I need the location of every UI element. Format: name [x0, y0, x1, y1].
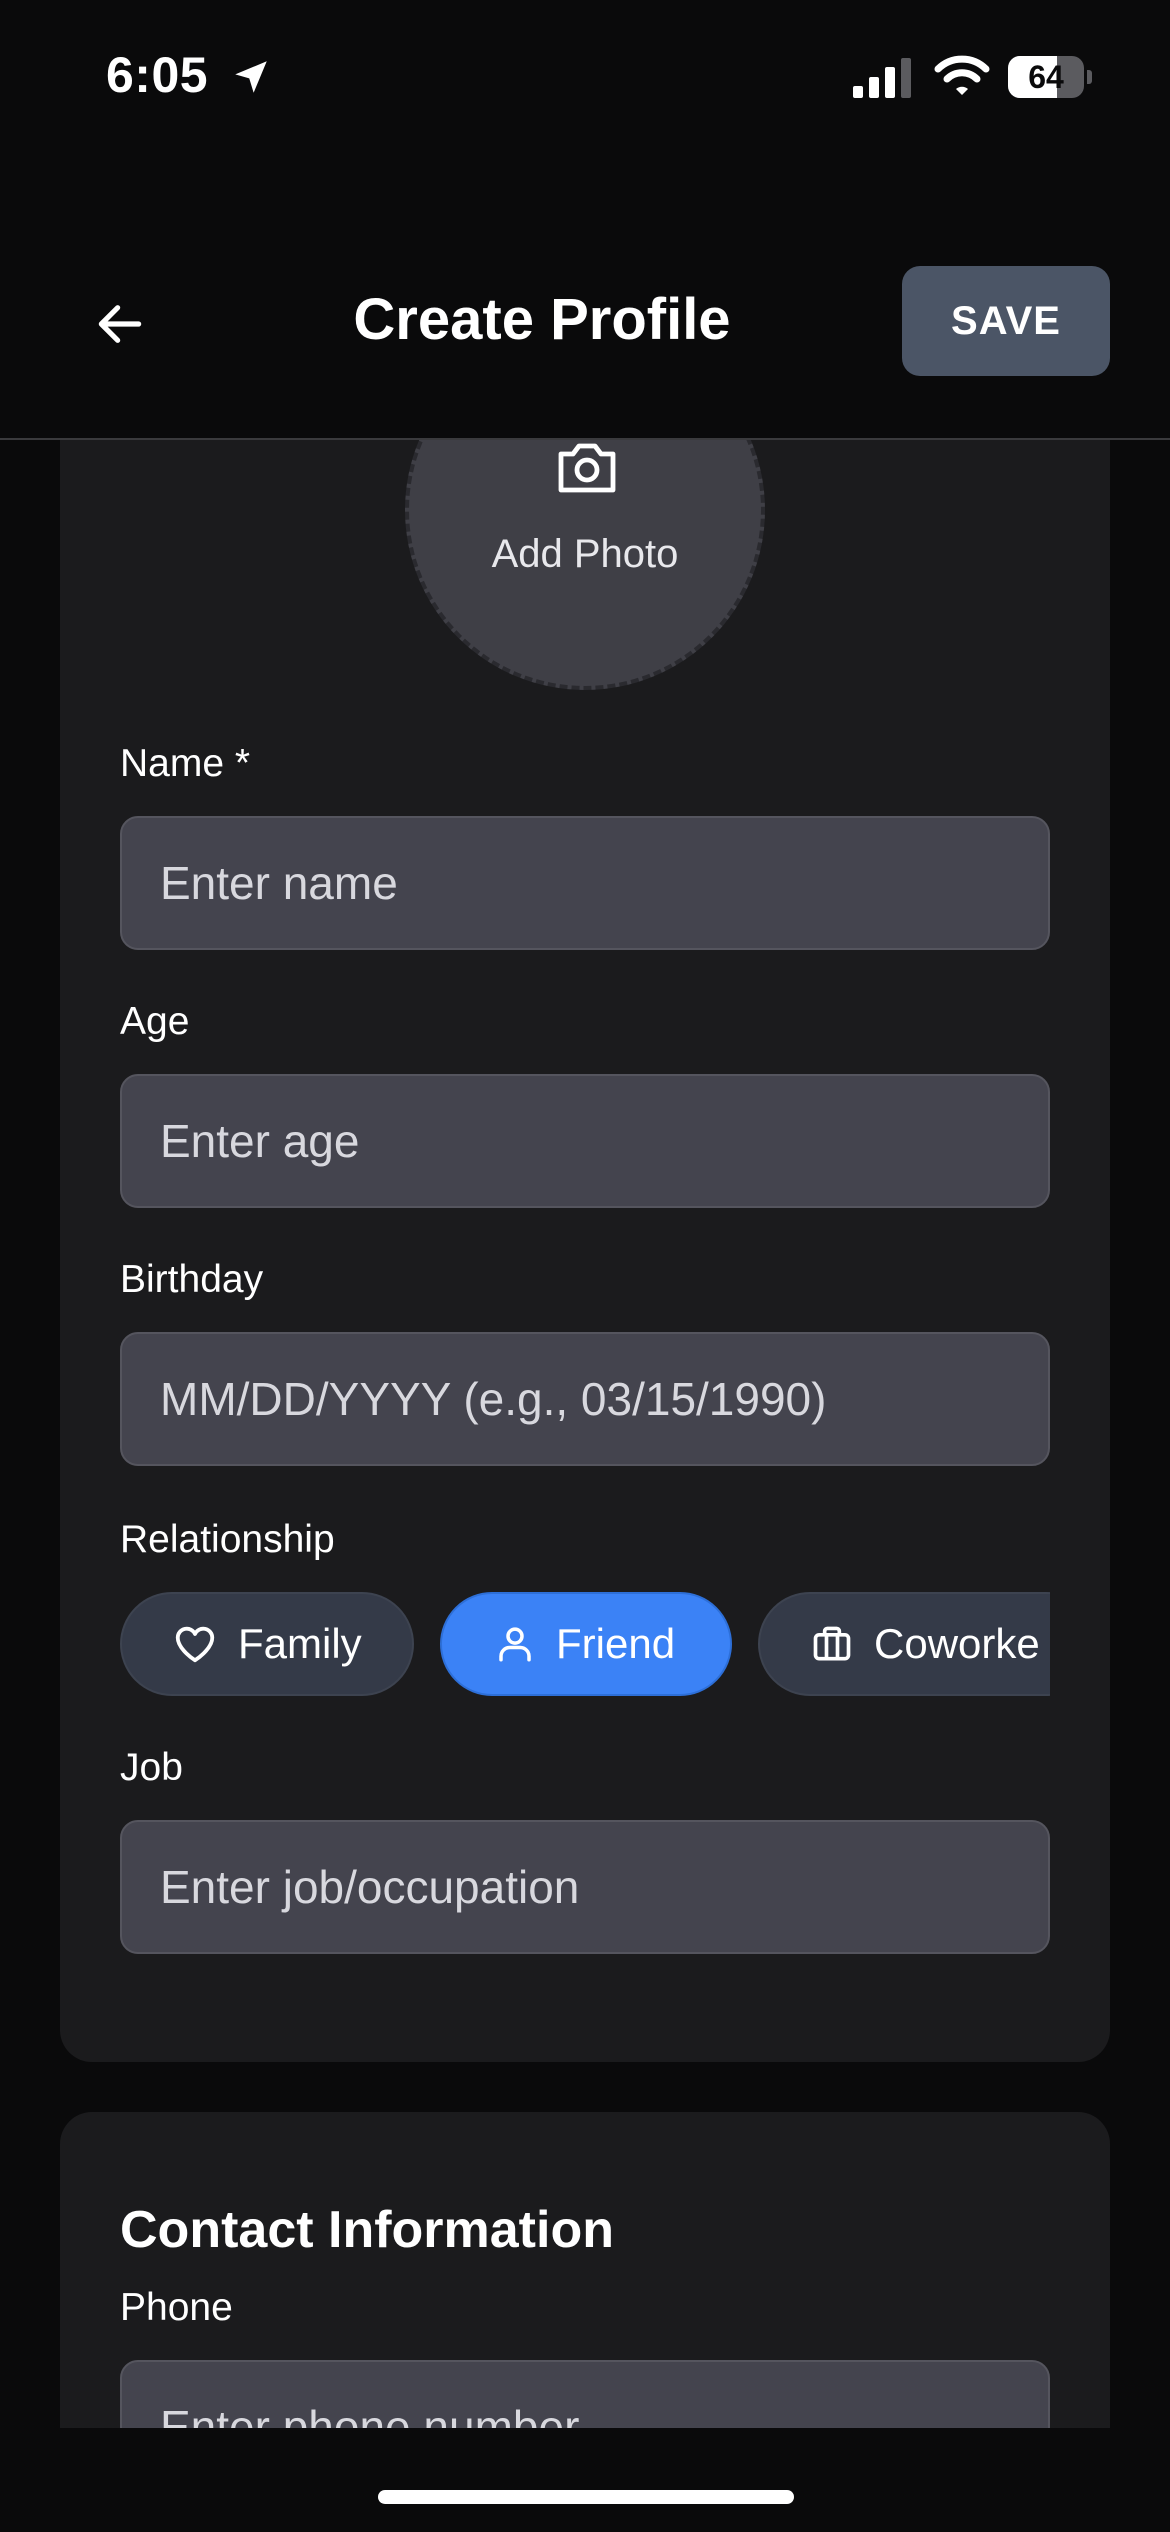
chip-label-family: Family — [238, 1620, 362, 1667]
camera-icon — [558, 443, 616, 493]
birthday-label: Birthday — [120, 1258, 264, 1301]
status-bar: 6:05 64 — [0, 0, 1170, 150]
battery-icon: 64 — [1008, 56, 1092, 98]
chip-label-friend: Friend — [556, 1620, 676, 1667]
home-indicator[interactable] — [378, 2490, 794, 2504]
relationship-chip-family[interactable]: Family — [120, 1592, 414, 1696]
battery-level: 64 — [1028, 59, 1064, 95]
age-label: Age — [120, 1000, 190, 1043]
heart-icon — [175, 1626, 215, 1663]
briefcase-icon — [813, 1626, 851, 1661]
relationship-chip-coworker[interactable]: Coworke — [758, 1592, 1050, 1696]
profile-details-card: Add Photo Name * Age Birthday Relationsh… — [60, 330, 1110, 2062]
status-time: 6:05 — [106, 47, 209, 103]
age-input[interactable] — [120, 1074, 1050, 1208]
relationship-label: Relationship — [120, 1518, 335, 1561]
app-header: Create Profile SAVE — [0, 150, 1170, 440]
chip-label-coworker: Coworke — [874, 1620, 1040, 1667]
relationship-chip-group: Family Friend Coworke — [120, 1592, 1050, 1696]
bottom-safe-area — [0, 2428, 1170, 2532]
cellular-signal-icon — [853, 58, 911, 98]
job-input[interactable] — [120, 1820, 1050, 1954]
birthday-input[interactable] — [120, 1332, 1050, 1466]
create-profile-screen: 6:05 64 Create Profile SAVE Add Photo Na… — [0, 0, 1170, 2532]
save-button[interactable]: SAVE — [902, 266, 1110, 376]
phone-label: Phone — [120, 2286, 233, 2329]
contact-section-title: Contact Information — [120, 2201, 614, 2259]
relationship-chip-friend[interactable]: Friend — [440, 1592, 732, 1696]
job-label: Job — [120, 1746, 183, 1789]
location-arrow-icon — [235, 61, 267, 93]
name-input[interactable] — [120, 816, 1050, 950]
user-icon — [499, 1627, 531, 1662]
name-label: Name * — [120, 742, 251, 785]
wifi-icon — [934, 55, 990, 95]
add-photo-label: Add Photo — [491, 532, 679, 576]
